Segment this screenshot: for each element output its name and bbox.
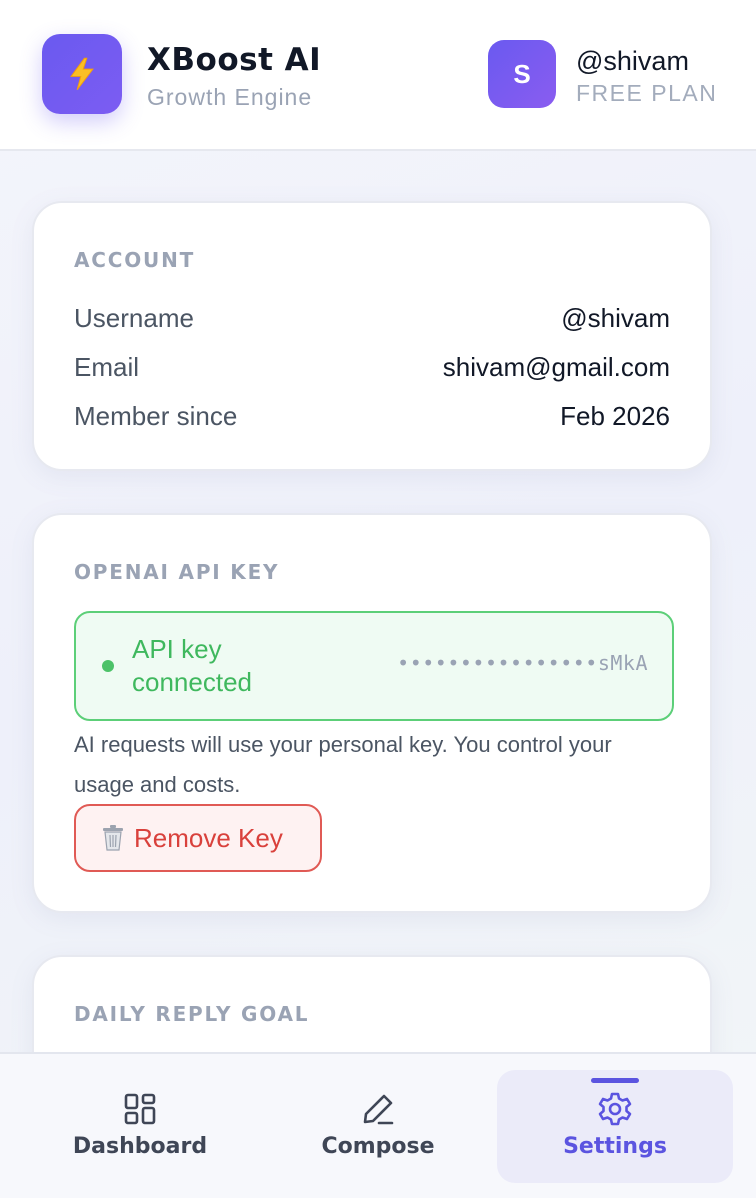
email-label: Email <box>74 352 140 382</box>
api-key-help-text: AI requests will use your personal key. … <box>74 732 612 797</box>
trash-icon <box>103 825 123 851</box>
nav-item-settings[interactable]: Settings <box>497 1070 733 1183</box>
app-subtitle: Growth Engine <box>147 84 313 110</box>
active-tab-indicator <box>591 1078 639 1083</box>
remove-key-label: Remove Key <box>134 822 283 853</box>
email-value: shivam@gmail.com <box>442 352 670 382</box>
gear-icon <box>598 1092 632 1126</box>
user-plan-badge: FREE PLAN <box>576 80 718 106</box>
api-key-card: OPENAI API KEY API key connected •••••••… <box>32 513 712 913</box>
nav-label-compose: Compose <box>321 1134 435 1159</box>
pencil-icon <box>363 1094 394 1125</box>
masked-api-key: ••••••••••••••••sMkA <box>397 651 648 675</box>
username-value: @shivam <box>561 303 670 333</box>
member-since-value: Feb 2026 <box>560 401 670 431</box>
app-header: XBoost AI Growth Engine S @shivam FREE P… <box>0 0 756 151</box>
api-key-section-title: OPENAI API KEY <box>74 560 280 584</box>
avatar[interactable]: S <box>488 40 556 108</box>
status-dot-icon <box>102 660 114 672</box>
lightning-bolt-icon <box>70 57 94 91</box>
account-card: ACCOUNT Username @shivam Email shivam@gm… <box>32 201 712 471</box>
account-section-title: ACCOUNT <box>74 248 196 272</box>
remove-key-button[interactable]: Remove Key <box>74 804 322 872</box>
daily-goal-section-title: DAILY REPLY GOAL <box>74 1002 310 1026</box>
user-handle: @shivam <box>576 46 689 76</box>
app-title: XBoost AI <box>147 42 322 78</box>
api-key-status: API key connected ••••••••••••••••sMkA <box>74 611 674 721</box>
nav-label-settings: Settings <box>563 1134 667 1159</box>
app-logo <box>42 34 122 114</box>
nav-item-dashboard[interactable]: Dashboard <box>22 1070 258 1183</box>
member-since-label: Member since <box>74 401 238 431</box>
dashboard-grid-icon <box>124 1093 156 1125</box>
nav-label-dashboard: Dashboard <box>72 1134 208 1159</box>
api-key-status-text: API key connected <box>132 634 252 697</box>
bottom-nav: Dashboard Compose Settings <box>0 1052 756 1198</box>
nav-item-compose[interactable]: Compose <box>260 1070 496 1183</box>
username-label: Username <box>74 303 194 333</box>
